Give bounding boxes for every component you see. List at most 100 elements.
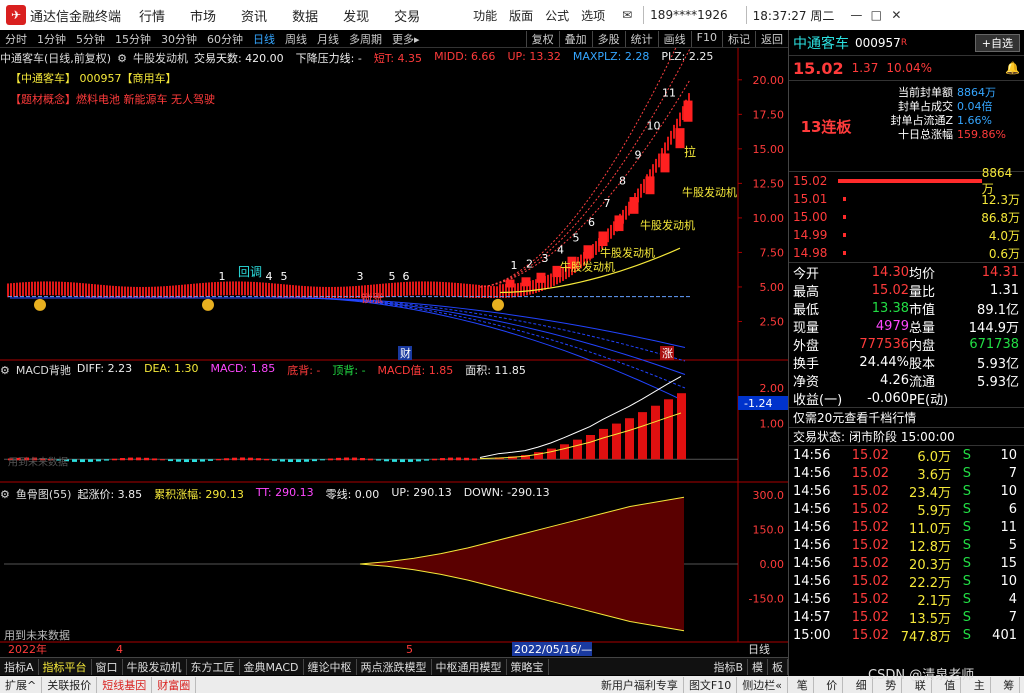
period-tab[interactable]: 15分钟	[110, 31, 156, 47]
status-tab[interactable]: 财富圈	[152, 676, 197, 693]
maximize-icon[interactable]: □	[866, 8, 886, 22]
indicator-tab-right[interactable]: 板	[768, 658, 788, 675]
indicator-tab-right[interactable]: 指标B	[709, 658, 748, 675]
book-row[interactable]: 15.02 8864万	[789, 166, 1024, 196]
tick-row[interactable]: 14:56 15.02 3.6万 S 7	[789, 464, 1024, 483]
period-tab[interactable]: 1分钟	[32, 31, 71, 47]
tool-button[interactable]: 统计	[624, 30, 658, 47]
tool-button[interactable]: 画线	[657, 30, 691, 47]
tick-row[interactable]: 14:56 15.02 23.4万 S 10	[789, 482, 1024, 501]
tick-row[interactable]: 14:56 15.02 2.1万 S 4	[789, 590, 1024, 609]
stat-label: 今开	[793, 266, 820, 282]
period-tab[interactable]: 30分钟	[156, 31, 202, 47]
tick-cell: 14:56	[793, 519, 831, 535]
stat-row: 今开 14.30 均价 14.31	[789, 263, 1024, 282]
menu-hq[interactable]: 行情	[139, 6, 165, 25]
close-icon[interactable]: ✕	[886, 8, 906, 22]
func-function[interactable]: 功能	[473, 7, 497, 24]
sidebar-tab[interactable]: 笔	[792, 676, 814, 693]
period-tab[interactable]: 月线	[312, 31, 344, 47]
tick-cell: S	[962, 627, 971, 643]
func-options[interactable]: 选项	[581, 7, 605, 24]
indicator-tab[interactable]: 指标平台	[39, 658, 92, 675]
minimize-icon[interactable]: —	[846, 8, 866, 22]
status-link[interactable]: 图文F10	[684, 676, 738, 693]
period-tab[interactable]: 更多▸	[387, 31, 425, 47]
title-bar: ✈ 通达信金融终端 行情 市场 资讯 数据 发现 交易 功能 版面 公式 选项 …	[0, 0, 1024, 30]
tick-row[interactable]: 14:57 15.02 13.5万 S 7	[789, 608, 1024, 627]
tick-cell: 10	[1000, 483, 1017, 499]
func-layout[interactable]: 版面	[509, 7, 533, 24]
indicator-tab[interactable]: 指标A	[0, 658, 39, 675]
mail-icon[interactable]: ✉	[617, 8, 637, 22]
macd-small-bar	[360, 457, 365, 461]
tick-list[interactable]: 14:56 15.02 6.0万 S 10 14:56 15.02 3.6万 S 7 14:56 15…	[789, 446, 1024, 645]
tool-button[interactable]: F10	[690, 30, 722, 47]
status-tab[interactable]: 关联报价	[42, 676, 98, 693]
tick-row[interactable]: 14:56 15.02 12.8万 S 5	[789, 536, 1024, 555]
tick-cell: S	[962, 537, 971, 553]
menu-discover[interactable]: 发现	[343, 6, 369, 25]
menu-data[interactable]: 数据	[292, 6, 318, 25]
user-id[interactable]: 189****1926	[650, 8, 727, 22]
wave-count-label: 7	[604, 197, 611, 210]
sidebar-tab[interactable]: 价	[821, 676, 844, 693]
status-tab[interactable]: 扩展^	[0, 676, 43, 693]
indicator-tab[interactable]: 两点涨跌模型	[357, 658, 432, 675]
sidebar-tab[interactable]: 筹	[998, 676, 1021, 693]
promo-link[interactable]: 仅需20元查看千档行情	[793, 409, 916, 426]
macd-bar	[586, 435, 595, 460]
tick-cell: 12.8万	[909, 539, 951, 555]
book-row[interactable]: 14.99 4.0万	[789, 226, 1024, 244]
tool-button[interactable]: 复权	[525, 30, 559, 47]
tool-button[interactable]: 返回	[755, 30, 788, 47]
stat-label: 量比	[909, 284, 936, 300]
tick-row[interactable]: 14:56 15.02 22.2万 S 10	[789, 572, 1024, 591]
book-row[interactable]: 15.00 86.8万	[789, 208, 1024, 226]
tool-button[interactable]: 多股	[591, 30, 625, 47]
indicator-tab[interactable]: 策略宝	[507, 658, 549, 675]
cai-label: 财	[400, 346, 411, 360]
indicator-tab[interactable]: 东方工匠	[187, 658, 240, 675]
main-chart-area[interactable]: 20.0017.5015.0012.5010.007.505.002.50-1.…	[0, 48, 788, 657]
stat-label: 换手	[793, 356, 820, 372]
tick-cell: 747.8万	[900, 629, 951, 645]
tool-button[interactable]: 标记	[722, 30, 755, 47]
indicator-tab[interactable]: 中枢通用模型	[432, 658, 507, 675]
tool-button[interactable]: 叠加	[558, 30, 592, 47]
wave-count-label: 3	[357, 270, 364, 283]
status-link[interactable]: 新用户福利专享	[596, 676, 684, 693]
status-link[interactable]: 侧边栏«	[737, 676, 788, 693]
period-tab[interactable]: 多周期	[344, 31, 387, 47]
menu-info[interactable]: 资讯	[241, 6, 267, 25]
menu-market[interactable]: 市场	[190, 6, 216, 25]
wave-count-label: 11	[662, 87, 676, 100]
func-formula[interactable]: 公式	[545, 7, 569, 24]
tick-row[interactable]: 14:56 15.02 5.9万 S 6	[789, 500, 1024, 519]
period-tab[interactable]: 周线	[280, 31, 312, 47]
status-tab[interactable]: 短线基因	[97, 676, 153, 693]
indicator-tab[interactable]: 金典MACD	[240, 658, 304, 675]
tick-row[interactable]: 14:56 15.02 11.0万 S 11	[789, 518, 1024, 537]
book-row[interactable]: 15.01 12.3万	[789, 190, 1024, 208]
tick-row[interactable]: 14:56 15.02 6.0万 S 10	[789, 446, 1024, 465]
book-row[interactable]: 14.98 0.6万	[789, 244, 1024, 262]
price-pct: 10.04%	[886, 61, 933, 75]
indicator-tab[interactable]: 窗口	[92, 658, 123, 675]
period-tab[interactable]: 5分钟	[71, 31, 110, 47]
bell-icon[interactable]: 🔔	[1005, 61, 1020, 75]
menu-trade[interactable]: 交易	[394, 6, 420, 25]
macd-small-bar	[328, 458, 333, 461]
book-volume: 4.0万	[988, 228, 1020, 243]
indicator-tab[interactable]: 牛股发动机	[123, 658, 187, 675]
indicator-tab[interactable]: 缠论中枢	[304, 658, 357, 675]
tick-row[interactable]: 15:00 15.02 747.8万 S 401	[789, 626, 1024, 645]
y-tick-label: 2.00	[760, 382, 785, 395]
signal-label: 牛股发动机	[560, 259, 615, 273]
period-tab[interactable]: 日线	[248, 31, 280, 47]
indicator-tab-right[interactable]: 模	[748, 658, 768, 675]
tick-row[interactable]: 14:56 15.02 20.3万 S 15	[789, 554, 1024, 573]
period-tab[interactable]: 60分钟	[202, 31, 248, 47]
watchlist-button[interactable]: +自选	[974, 33, 1020, 52]
period-tab[interactable]: 分时	[0, 31, 32, 47]
